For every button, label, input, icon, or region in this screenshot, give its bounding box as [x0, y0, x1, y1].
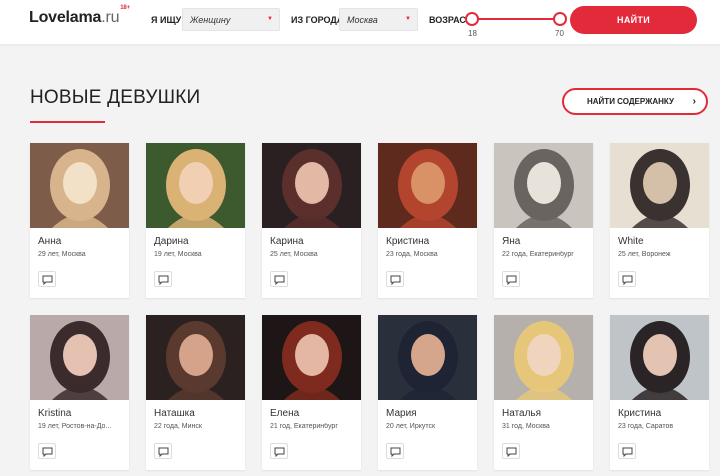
profile-meta: 29 лет, Москва: [38, 251, 86, 258]
chat-bubble-icon: [390, 275, 401, 285]
profile-meta: 21 год, Екатеринбург: [270, 423, 338, 430]
profile-name[interactable]: Kristina: [38, 408, 71, 419]
profile-name[interactable]: Анна: [38, 236, 61, 247]
city-select[interactable]: Москва ▼: [339, 8, 418, 31]
chevron-right-icon: ›: [692, 96, 696, 107]
profile-photo[interactable]: [610, 315, 709, 400]
profile-meta: 19 лет, Москва: [154, 251, 202, 258]
chat-bubble-icon: [158, 447, 169, 457]
find-button[interactable]: НАЙТИ: [570, 6, 697, 34]
chat-bubble-icon: [506, 447, 517, 457]
profile-photo[interactable]: [262, 143, 361, 228]
profile-name[interactable]: Дарина: [154, 236, 189, 247]
chat-bubble-icon: [158, 275, 169, 285]
profile-card[interactable]: Анна 29 лет, Москва: [30, 143, 129, 298]
site-logo[interactable]: Lovelama.ru18+: [29, 5, 130, 27]
profile-card[interactable]: Наташка 22 года, Минск: [146, 315, 245, 470]
message-button[interactable]: [154, 271, 172, 287]
title-underline: [30, 121, 105, 123]
chevron-down-icon: ▼: [405, 16, 411, 22]
find-keeper-label: НАЙТИ СОДЕРЖАНКУ: [587, 97, 674, 106]
age-max-value: 70: [555, 29, 564, 38]
age-range-track[interactable]: [471, 18, 560, 20]
profile-meta: 25 лет, Воронеж: [618, 251, 671, 258]
profile-photo[interactable]: [610, 143, 709, 228]
profile-photo[interactable]: [30, 143, 129, 228]
chat-bubble-icon: [622, 275, 633, 285]
profile-meta: 22 года, Минск: [154, 423, 202, 430]
profile-card[interactable]: Дарина 19 лет, Москва: [146, 143, 245, 298]
profile-photo[interactable]: [30, 315, 129, 400]
chat-bubble-icon: [622, 447, 633, 457]
profile-card[interactable]: Наталья 31 год, Москва: [494, 315, 593, 470]
profile-card[interactable]: Елена 21 год, Екатеринбург: [262, 315, 361, 470]
logo-name: Lovelama: [29, 9, 102, 26]
message-button[interactable]: [386, 443, 404, 459]
message-button[interactable]: [270, 443, 288, 459]
profile-card[interactable]: Яна 22 года, Екатеринбург: [494, 143, 593, 298]
profile-name[interactable]: White: [618, 236, 644, 247]
profile-card[interactable]: Кристина 23 года, Саратов: [610, 315, 709, 470]
message-button[interactable]: [38, 271, 56, 287]
city-label: ИЗ ГОРОДА: [291, 15, 344, 25]
message-button[interactable]: [154, 443, 172, 459]
seek-select-value: Женщину: [190, 15, 231, 25]
profile-photo[interactable]: [378, 315, 477, 400]
profile-card[interactable]: Кристина 23 года, Москва: [378, 143, 477, 298]
age-badge: 18+: [120, 4, 130, 11]
page-title: НОВЫЕ ДЕВУШКИ: [30, 87, 201, 108]
age-max-handle[interactable]: [553, 12, 567, 26]
profile-photo[interactable]: [494, 315, 593, 400]
profile-photo[interactable]: [262, 315, 361, 400]
top-header: Lovelama.ru18+ Я ИЩУ Женщину ▼ ИЗ ГОРОДА…: [0, 0, 720, 44]
message-button[interactable]: [270, 271, 288, 287]
profile-meta: 23 года, Саратов: [618, 423, 674, 430]
profile-card[interactable]: Карина 25 лет, Москва: [262, 143, 361, 298]
profile-card[interactable]: Kristina 19 лет, Ростов-на-До...: [30, 315, 129, 470]
message-button[interactable]: [386, 271, 404, 287]
chevron-down-icon: ▼: [267, 16, 273, 22]
chat-bubble-icon: [42, 275, 53, 285]
message-button[interactable]: [38, 443, 56, 459]
profile-meta: 22 года, Екатеринбург: [502, 251, 574, 258]
message-button[interactable]: [502, 271, 520, 287]
profile-name[interactable]: Елена: [270, 408, 299, 419]
seek-select[interactable]: Женщину ▼: [182, 8, 280, 31]
profile-meta: 23 года, Москва: [386, 251, 438, 258]
profile-name[interactable]: Кристина: [618, 408, 661, 419]
chat-bubble-icon: [274, 275, 285, 285]
message-button[interactable]: [502, 443, 520, 459]
profile-name[interactable]: Наташка: [154, 408, 195, 419]
profile-name[interactable]: Наталья: [502, 408, 541, 419]
chat-bubble-icon: [390, 447, 401, 457]
logo-domain: .ru: [101, 9, 120, 26]
profile-name[interactable]: Яна: [502, 236, 520, 247]
city-select-value: Москва: [347, 15, 378, 25]
profile-photo[interactable]: [378, 143, 477, 228]
age-min-value: 18: [468, 29, 477, 38]
profile-meta: 25 лет, Москва: [270, 251, 318, 258]
profile-card[interactable]: White 25 лет, Воронеж: [610, 143, 709, 298]
profile-name[interactable]: Мария: [386, 408, 417, 419]
seek-label: Я ИЩУ: [151, 15, 182, 25]
message-button[interactable]: [618, 271, 636, 287]
profile-photo[interactable]: [146, 315, 245, 400]
profile-name[interactable]: Кристина: [386, 236, 429, 247]
profile-card[interactable]: Мария 20 лет, Иркутск: [378, 315, 477, 470]
find-keeper-button[interactable]: НАЙТИ СОДЕРЖАНКУ ›: [562, 88, 708, 115]
chat-bubble-icon: [42, 447, 53, 457]
chat-bubble-icon: [506, 275, 517, 285]
profile-photo[interactable]: [494, 143, 593, 228]
chat-bubble-icon: [274, 447, 285, 457]
profile-name[interactable]: Карина: [270, 236, 304, 247]
profile-meta: 20 лет, Иркутск: [386, 423, 436, 430]
message-button[interactable]: [618, 443, 636, 459]
profile-photo[interactable]: [146, 143, 245, 228]
profile-meta: 31 год, Москва: [502, 423, 550, 430]
age-min-handle[interactable]: [465, 12, 479, 26]
profile-meta: 19 лет, Ростов-на-До...: [38, 423, 112, 430]
